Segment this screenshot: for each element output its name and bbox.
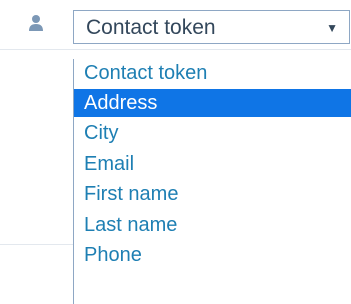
option-contact-token[interactable]: Contact token	[74, 59, 351, 87]
option-first-name[interactable]: First name	[74, 180, 351, 208]
contact-token-select[interactable]: Contact token ▼	[73, 10, 350, 44]
option-phone[interactable]: Phone	[74, 241, 351, 269]
option-address[interactable]: Address	[74, 89, 351, 117]
panel-divider	[0, 49, 351, 50]
panel-divider-bottom	[0, 244, 80, 245]
select-value: Contact token	[86, 16, 216, 39]
person-icon	[29, 15, 43, 31]
token-picker: Contact token ▼ Contact token Address Ci…	[0, 0, 351, 304]
option-last-name[interactable]: Last name	[74, 211, 351, 239]
caret-down-icon: ▼	[326, 21, 338, 35]
option-email[interactable]: Email	[74, 150, 351, 178]
token-dropdown-list: Contact token Address City Email First n…	[73, 59, 351, 304]
option-city[interactable]: City	[74, 119, 351, 147]
